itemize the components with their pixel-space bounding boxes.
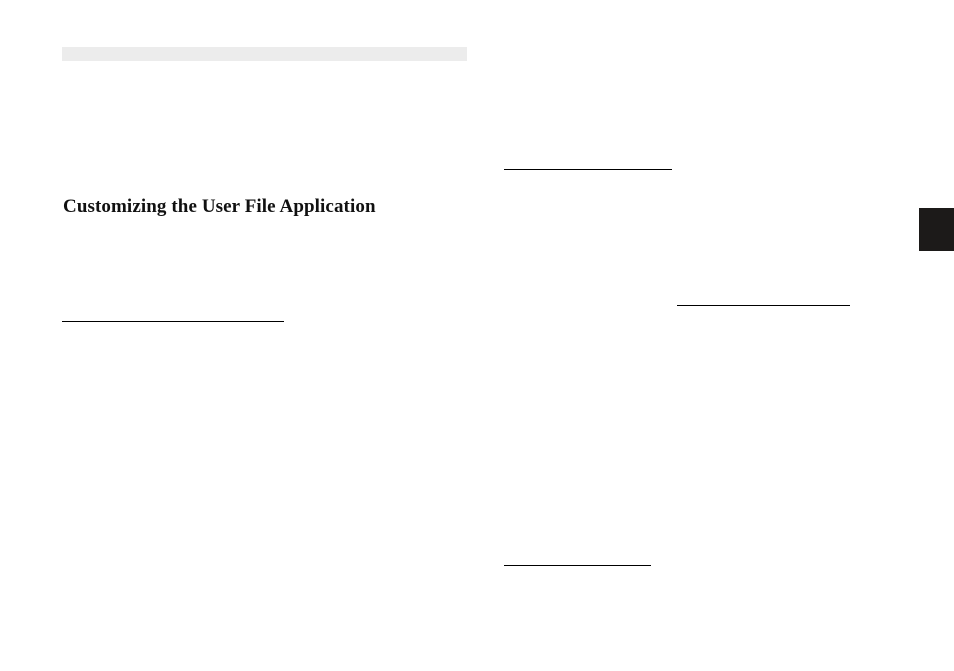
horizontal-rule bbox=[677, 305, 850, 306]
grey-placeholder-bar bbox=[62, 47, 467, 61]
section-heading: Customizing the User File Application bbox=[63, 196, 376, 218]
side-page-tab bbox=[919, 208, 954, 251]
horizontal-rule bbox=[504, 169, 672, 170]
horizontal-rule bbox=[62, 321, 284, 322]
horizontal-rule bbox=[504, 565, 651, 566]
